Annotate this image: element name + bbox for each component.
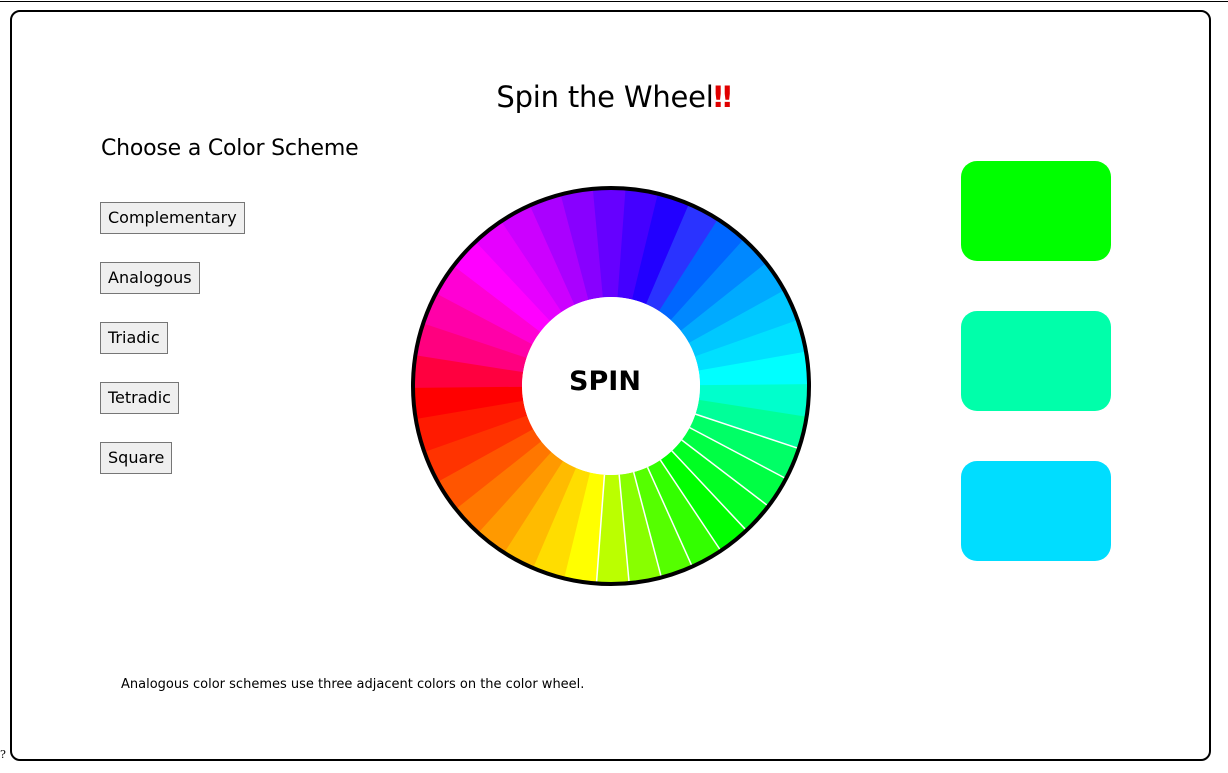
- stray-glyph: ?: [0, 748, 6, 761]
- color-swatch-2: [961, 311, 1111, 411]
- top-divider: [0, 1, 1228, 2]
- spin-button[interactable]: SPIN: [510, 366, 700, 397]
- color-swatch-1: [961, 161, 1111, 261]
- square-button[interactable]: Square: [100, 442, 173, 474]
- complementary-button[interactable]: Complementary: [100, 202, 245, 234]
- color-swatch-3: [961, 461, 1111, 561]
- analogous-button[interactable]: Analogous: [100, 262, 200, 294]
- tetradic-button[interactable]: Tetradic: [100, 382, 179, 414]
- triadic-button[interactable]: Triadic: [100, 322, 168, 354]
- scheme-description: Analogous color schemes use three adjace…: [121, 677, 585, 692]
- color-scheme-heading: Choose a Color Scheme: [101, 136, 359, 161]
- page-title: Spin the Wheel‼: [0, 80, 1228, 114]
- double-exclamation-icon: ‼: [713, 80, 732, 114]
- page-title-text: Spin the Wheel: [496, 80, 714, 114]
